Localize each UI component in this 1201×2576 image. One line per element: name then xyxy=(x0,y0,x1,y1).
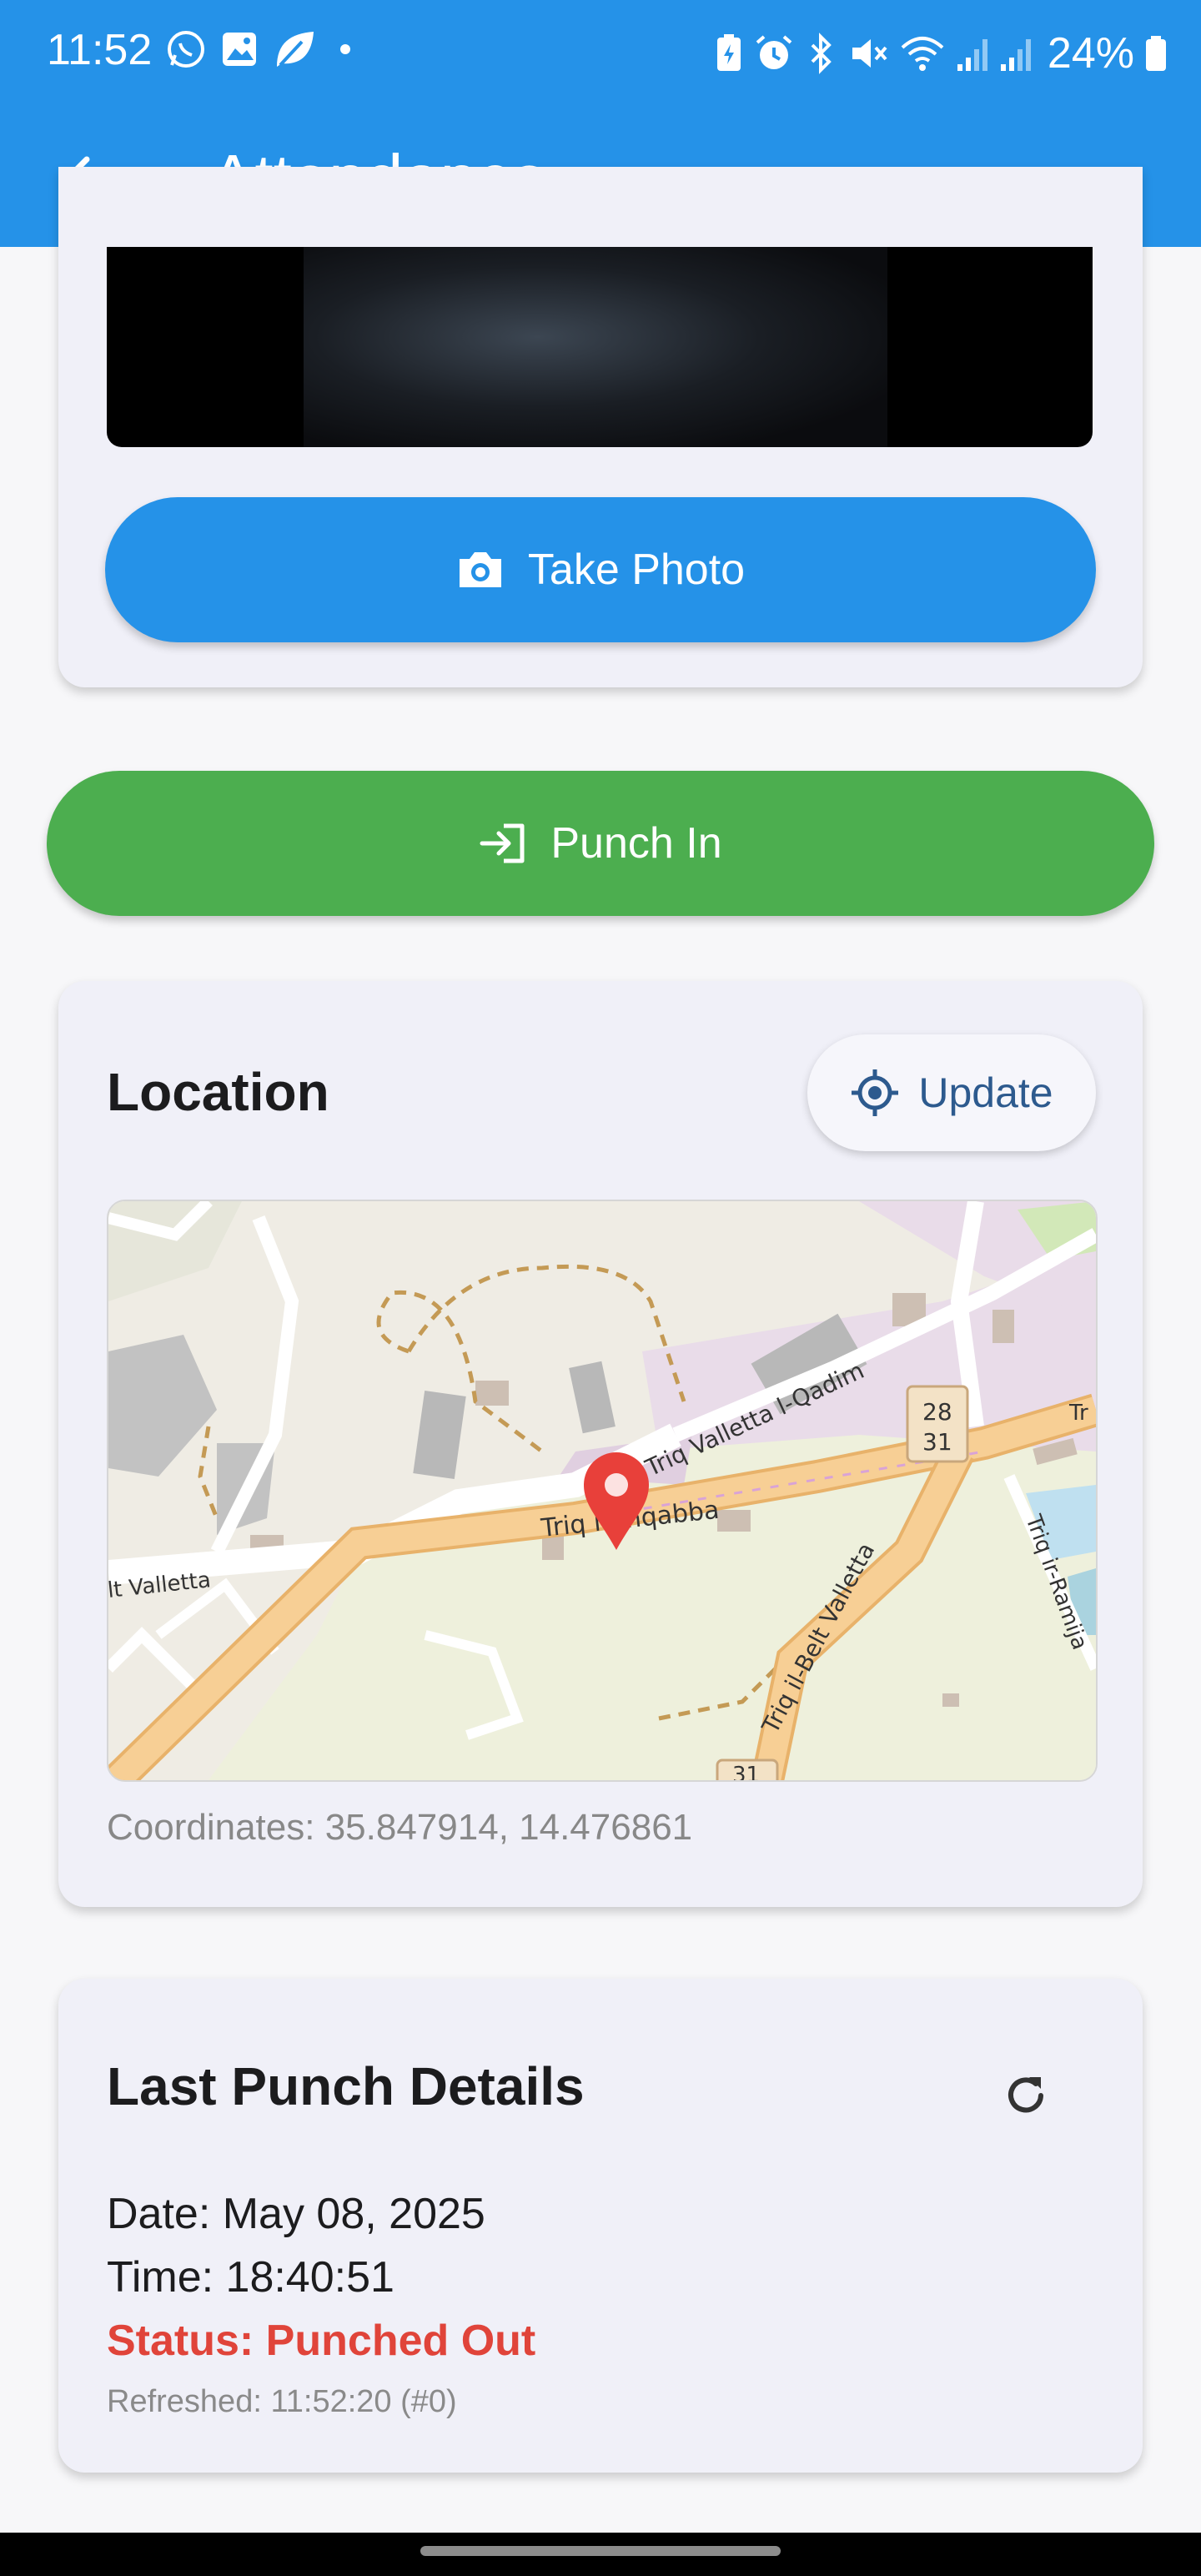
photo-card: Take Photo xyxy=(58,167,1143,687)
wifi-icon xyxy=(901,37,944,71)
home-gesture-handle[interactable] xyxy=(420,2546,781,2556)
captured-photo xyxy=(304,247,887,447)
coordinates-text: Coordinates: 35.847914, 14.476861 xyxy=(107,1807,693,1848)
refreshed-text: Refreshed: 11:52:20 (#0) xyxy=(107,2384,457,2419)
signal-icon xyxy=(957,39,987,71)
punch-date: Date: May 08, 2025 xyxy=(107,2190,485,2238)
signal-icon xyxy=(1000,39,1031,71)
punch-time: Time: 18:40:51 xyxy=(107,2253,394,2302)
take-photo-label: Take Photo xyxy=(527,546,746,594)
take-photo-button[interactable]: Take Photo xyxy=(105,497,1096,642)
status-time: 11:52 xyxy=(47,26,153,74)
map-shield-bottom: 31 xyxy=(922,1428,952,1456)
status-right-icons: 24% xyxy=(714,28,1168,78)
update-location-button[interactable]: Update xyxy=(807,1034,1096,1151)
dot-icon xyxy=(340,44,350,54)
last-punch-title: Last Punch Details xyxy=(107,2056,585,2116)
refresh-icon xyxy=(1008,2077,1043,2113)
camera-icon xyxy=(459,552,501,587)
map-label-edge-right: Tr xyxy=(1068,1401,1088,1426)
alarm-icon xyxy=(756,35,792,69)
gallery-icon xyxy=(223,33,256,66)
location-title: Location xyxy=(107,1062,329,1122)
login-icon xyxy=(480,823,525,863)
map-shield-top: 28 xyxy=(922,1398,952,1426)
gps-crosshair-icon xyxy=(852,1069,899,1116)
update-label: Update xyxy=(918,1069,1053,1116)
status-bar: 11:52 24% xyxy=(0,0,1201,108)
battery-icon xyxy=(1146,36,1166,71)
leaf-icon xyxy=(277,32,314,67)
battery-percent: 24% xyxy=(1047,29,1134,78)
status-left-icons xyxy=(165,28,362,70)
mute-icon xyxy=(852,39,887,68)
battery-saver-icon xyxy=(716,34,741,71)
punch-status: Status: Punched Out xyxy=(107,2317,536,2365)
camera-preview xyxy=(107,247,1093,447)
punch-in-label: Punch In xyxy=(550,819,722,868)
bluetooth-icon xyxy=(811,33,832,74)
location-card: Location Update Triq l-Imqabba Triq Vall… xyxy=(58,981,1143,1907)
refresh-button[interactable] xyxy=(992,2062,1059,2129)
whatsapp-icon xyxy=(168,31,204,68)
system-nav-bar xyxy=(0,2533,1201,2576)
last-punch-card: Last Punch Details Date: May 08, 2025 Ti… xyxy=(58,1979,1143,2473)
map-shield-lower: 31 xyxy=(732,1763,760,1780)
location-map[interactable]: Triq l-Imqabba Triq Valletta l-Qadim Tri… xyxy=(107,1200,1098,1782)
punch-in-button[interactable]: Punch In xyxy=(47,771,1154,916)
map-canvas[interactable]: Triq l-Imqabba Triq Valletta l-Qadim Tri… xyxy=(108,1201,1096,1780)
